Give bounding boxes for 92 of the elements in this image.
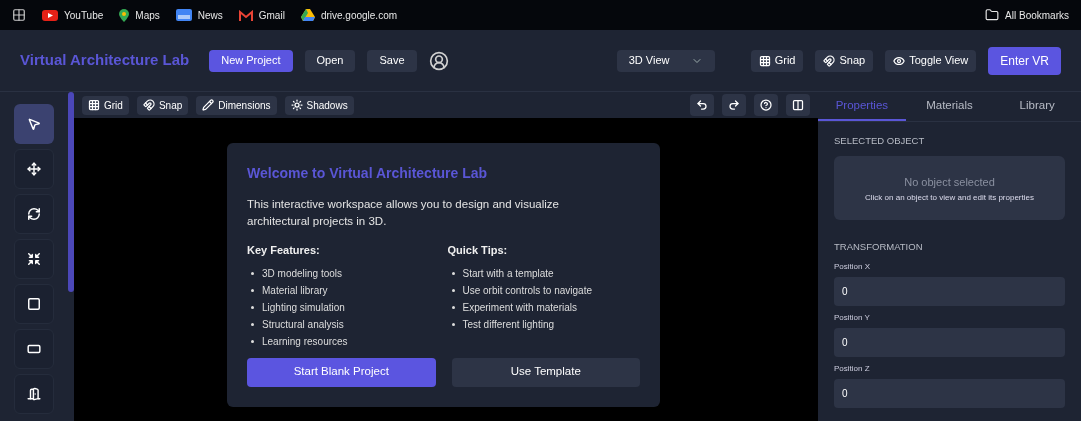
- bookmark-link[interactable]: Gmail: [238, 7, 285, 23]
- welcome-button[interactable]: Use Template: [451, 357, 640, 387]
- empty-title: No object selected: [904, 174, 995, 190]
- list-item: Material library: [262, 283, 328, 298]
- header-toggle-button[interactable]: Snap: [815, 49, 874, 72]
- pointer-icon: [27, 117, 41, 131]
- bullet-icon: [451, 288, 455, 292]
- door-icon: [27, 387, 41, 401]
- eye-icon: [893, 54, 906, 67]
- field-label: Position Z: [834, 362, 871, 375]
- empty-hint: Click on an object to view and edit its properties: [865, 192, 1034, 203]
- all-bookmarks-link[interactable]: All Bookmarks: [985, 7, 1069, 23]
- header-button[interactable]: New Project: [209, 49, 293, 72]
- welcome-description: This interactive workspace allows you to design and visualize architectural projects in 3D.: [247, 197, 560, 229]
- tool-button[interactable]: [14, 329, 54, 369]
- number-field[interactable]: 0: [834, 378, 1065, 408]
- canvas-action-button[interactable]: [690, 94, 714, 116]
- list-item: Start with a template: [462, 266, 554, 281]
- help-icon: [760, 99, 772, 111]
- list-item: Lighting simulation: [262, 300, 345, 315]
- enter-vr-button[interactable]: Enter VR: [988, 46, 1061, 75]
- triangle-logo-icon: [300, 9, 315, 21]
- magnet-icon: [823, 54, 836, 67]
- list-heading: Key Features:: [247, 243, 321, 258]
- welcome-button[interactable]: Start Blank Project: [247, 357, 436, 387]
- square-icon: [27, 297, 41, 311]
- move-icon: [27, 162, 41, 176]
- sun-icon: [290, 99, 303, 111]
- envelope-m-icon: [238, 9, 253, 21]
- field-label: Position Y: [834, 311, 871, 324]
- panel-tab[interactable]: Library: [993, 92, 1081, 121]
- rectangle-icon: [27, 342, 41, 356]
- list-item: Use orbit controls to navigate: [462, 283, 592, 298]
- redo-icon: [728, 99, 740, 111]
- canvas-tool-button[interactable]: Dimensions: [196, 95, 277, 115]
- welcome-title: Welcome to Virtual Architecture Lab: [247, 164, 489, 183]
- user-avatar-icon[interactable]: [428, 50, 449, 71]
- rotate-icon: [27, 207, 41, 221]
- canvas-action-button[interactable]: [786, 94, 810, 116]
- view-select[interactable]: 3D View: [616, 49, 715, 72]
- pencil-icon: [202, 99, 215, 111]
- tool-button[interactable]: [14, 374, 54, 414]
- list-item: Structural analysis: [262, 317, 344, 332]
- header-toggle-button[interactable]: Toggle View: [885, 49, 977, 72]
- folder-icon: [985, 8, 1000, 22]
- field-label: Position X: [834, 260, 872, 273]
- bookmark-link[interactable]: Maps: [119, 7, 160, 23]
- map-pin-icon: [119, 8, 130, 22]
- bullet-icon: [251, 288, 254, 292]
- undo-icon: [696, 99, 708, 111]
- number-field[interactable]: 0: [834, 327, 1065, 357]
- apps-grid-icon[interactable]: [12, 8, 26, 22]
- newspaper-icon: [175, 9, 192, 21]
- bullet-icon: [251, 305, 254, 309]
- list-item: Experiment with materials: [462, 300, 577, 315]
- list-item: Learning resources: [262, 334, 348, 349]
- bullet-icon: [251, 322, 254, 326]
- list-item: Test different lighting: [462, 317, 555, 332]
- grid-icon: [88, 99, 100, 111]
- scale-icon: [27, 252, 41, 266]
- bullet-icon: [451, 322, 455, 326]
- canvas-tool-button[interactable]: Snap: [136, 95, 189, 115]
- section-heading: SELECTED OBJECT: [834, 134, 926, 148]
- app-title: Virtual Architecture Lab: [20, 50, 190, 71]
- section-heading: TRANSFORMATION: [834, 240, 924, 255]
- list-item: 3D modeling tools: [262, 266, 343, 281]
- bullet-icon: [451, 305, 455, 309]
- bullet-icon: [251, 271, 254, 275]
- tool-button[interactable]: [14, 149, 54, 189]
- canvas-action-button[interactable]: [722, 94, 746, 116]
- bookmark-link[interactable]: YouTube: [42, 7, 104, 23]
- tool-button[interactable]: [14, 239, 54, 279]
- list-heading: Quick Tips:: [447, 243, 509, 258]
- bullet-icon: [251, 339, 254, 343]
- tool-button[interactable]: [14, 284, 54, 324]
- panel-tab[interactable]: Materials: [905, 92, 994, 121]
- header-button[interactable]: Save: [367, 49, 417, 72]
- canvas-tool-button[interactable]: Shadows: [284, 95, 354, 115]
- bullet-icon: [451, 271, 455, 275]
- canvas-tool-button[interactable]: Grid: [82, 95, 129, 115]
- header-toggle-button[interactable]: Grid: [750, 49, 804, 72]
- tool-button[interactable]: [14, 194, 54, 234]
- bookmark-link[interactable]: drive.google.com: [300, 7, 398, 23]
- grid-icon: [758, 54, 771, 67]
- magnet-icon: [142, 99, 155, 111]
- bookmark-link[interactable]: News: [175, 7, 223, 23]
- number-field[interactable]: 0: [834, 276, 1065, 306]
- columns-icon: [792, 99, 804, 111]
- tool-button[interactable]: [14, 104, 54, 144]
- canvas-action-button[interactable]: [754, 94, 778, 116]
- play-logo-icon: [42, 9, 58, 21]
- header-button[interactable]: Open: [304, 49, 356, 72]
